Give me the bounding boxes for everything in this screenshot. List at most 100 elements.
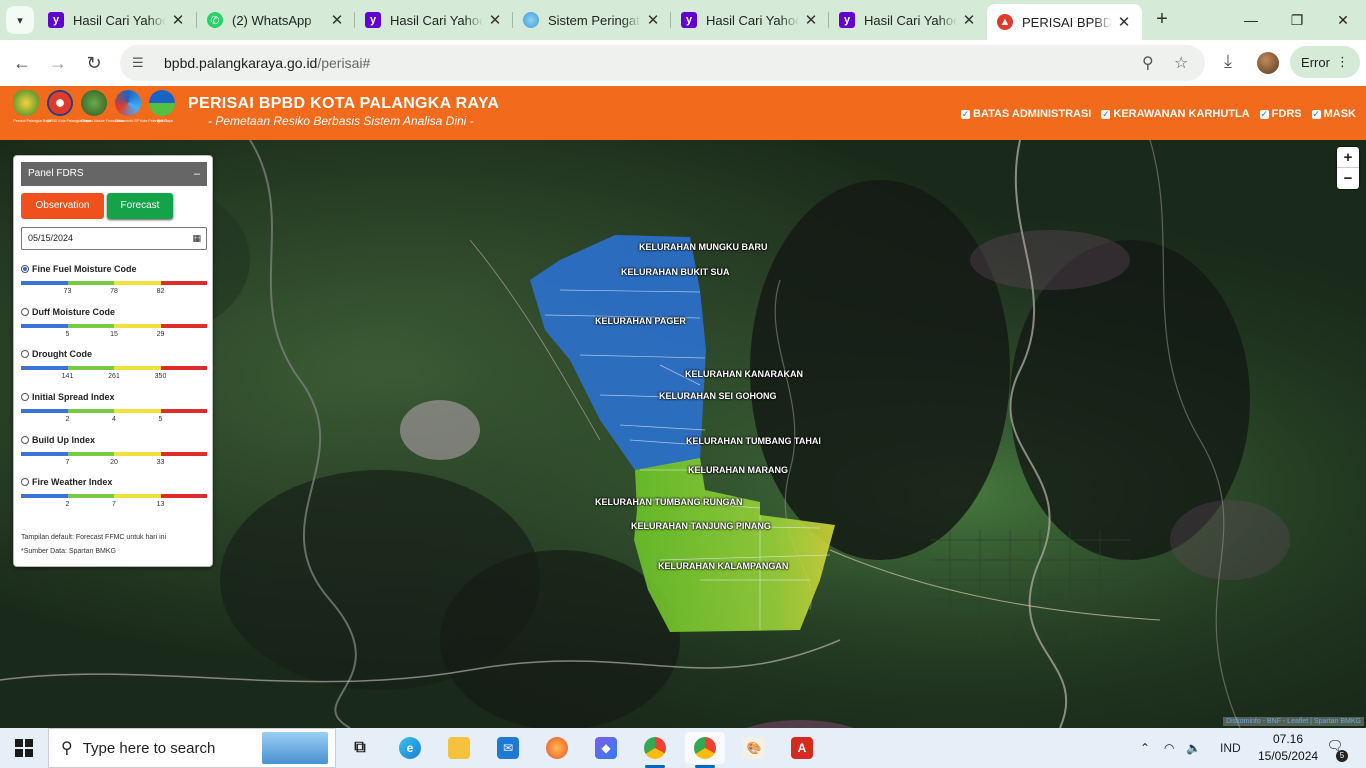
region-label: KELURAHAN KALAMPANGAN [658, 561, 789, 571]
notification-button[interactable]: 🗨 5 [1324, 738, 1348, 762]
edge-icon: e [399, 737, 421, 759]
copilot-app[interactable]: ◆ [586, 732, 626, 764]
chrome-profile-app[interactable] [685, 732, 725, 768]
site-info-icon[interactable]: ☰ [132, 55, 154, 71]
bookmark-star-icon[interactable]: ☆ [1174, 53, 1188, 73]
tab-yahoo-4[interactable]: y Hasil Cari Yahoo ✕ [829, 4, 987, 36]
scale-bar [21, 409, 207, 413]
language-indicator[interactable]: IND [1220, 741, 1241, 755]
checkbox-checked-icon[interactable]: ✓ [961, 109, 971, 119]
taskbar-clock[interactable]: 07.16 15/05/2024 [1258, 731, 1318, 765]
zoom-in-button[interactable]: + [1337, 147, 1359, 168]
back-button[interactable]: ← [8, 49, 36, 77]
index-dc: Drought Code 141 261 350 [21, 349, 207, 383]
site-subtitle: - Pemetaan Resiko Berbasis Sistem Analis… [208, 114, 474, 128]
network-icon[interactable]: ◠ [1164, 741, 1186, 755]
chrome-icon [644, 737, 666, 759]
tab-yahoo-3[interactable]: y Hasil Cari Yahoo ✕ [671, 4, 829, 36]
search-placeholder: Type here to search [82, 739, 216, 757]
toggle-fdrs[interactable]: ✓ FDRS [1259, 108, 1302, 120]
close-icon[interactable]: ✕ [645, 11, 661, 29]
close-icon[interactable]: ✕ [487, 11, 503, 29]
panel-minimize-button[interactable]: – [194, 162, 200, 186]
tab-whatsapp[interactable]: ✆ (2) WhatsApp ✕ [197, 4, 355, 36]
minimize-window-button[interactable]: — [1228, 6, 1274, 34]
tab-title: Hasil Cari Yahoo [706, 12, 799, 28]
reload-button[interactable]: ↻ [80, 49, 108, 77]
panel-note-default: Tampilan default: Forecast FFMC untuk ha… [21, 534, 167, 541]
paint-app[interactable]: 🎨 [734, 732, 774, 764]
search-highlight-image[interactable] [262, 732, 328, 764]
calendar-icon[interactable]: ▦ [192, 228, 201, 249]
mail-app[interactable]: ✉ [488, 732, 528, 764]
diskominfo-logo: Diskominfo SP Kota Palangka Raya [114, 90, 173, 123]
close-icon[interactable]: ✕ [803, 11, 819, 29]
restore-window-button[interactable]: ❐ [1274, 6, 1320, 34]
radio-icon[interactable] [21, 393, 29, 401]
panel-note-source: *Sumber Data: Spartan BMKG [21, 548, 116, 555]
date-input[interactable]: 05/15/2024 ▦ [21, 227, 207, 250]
radio-icon[interactable] [21, 308, 29, 316]
close-icon[interactable]: ✕ [961, 11, 977, 29]
region-label: KELURAHAN TUMBANG RUNGAN [595, 497, 743, 507]
volume-icon[interactable]: 🔈 [1186, 741, 1206, 755]
chevron-up-icon[interactable]: ⌃ [1140, 741, 1156, 755]
radio-selected-icon[interactable] [21, 265, 29, 273]
restore-icon: ❐ [1290, 12, 1304, 28]
fdrs-panel: Panel FDRS – Observation Forecast 05/15/… [13, 155, 213, 567]
forecast-button[interactable]: Forecast [107, 193, 173, 219]
checkbox-checked-icon[interactable]: ✓ [1101, 109, 1111, 119]
close-window-button[interactable]: ✕ [1320, 6, 1366, 34]
address-bar[interactable]: ☰ bpbd.palangkaraya.go.id/perisai# [120, 45, 1205, 81]
checkbox-checked-icon[interactable]: ✓ [1311, 109, 1321, 119]
layer-toggles: ✓ BATAS ADMINISTRASI ✓ KERAWANAN KARHUTLA … [961, 108, 1356, 120]
download-icon[interactable]: ⤓ [1224, 51, 1232, 72]
observation-button[interactable]: Observation [21, 193, 104, 219]
tab-title: Hasil Cari Yahoo [390, 12, 483, 28]
chrome-profile-icon [694, 737, 716, 759]
tab-yahoo-2[interactable]: y Hasil Cari Yahoo ✕ [355, 4, 513, 36]
toggle-mask[interactable]: ✓ MASK [1311, 108, 1356, 120]
tab-title: (2) WhatsApp [232, 12, 312, 28]
whatsapp-icon: ✆ [207, 12, 223, 28]
new-tab-button[interactable]: + [1150, 8, 1174, 32]
map-attribution[interactable]: Diskominfo - BNF - Leaflet | Spartan BMK… [1223, 717, 1364, 726]
zoom-icon[interactable]: ⚲ [1142, 53, 1154, 73]
radio-icon[interactable] [21, 350, 29, 358]
bpbd-logo: BPBD Kota Palangka Raya [46, 90, 91, 123]
tab-yahoo-1[interactable]: y Hasil Cari Yahoo ✕ [38, 4, 196, 36]
firefox-app[interactable] [537, 732, 577, 764]
start-button[interactable] [0, 728, 48, 768]
toggle-kerawanan-karhutla[interactable]: ✓ KERAWANAN KARHUTLA [1101, 108, 1250, 120]
toggle-batas-administrasi[interactable]: ✓ BATAS ADMINISTRASI [961, 108, 1091, 120]
file-explorer-app[interactable] [439, 732, 479, 764]
region-label: KELURAHAN PAGER [595, 316, 686, 326]
tab-title: PERISAI BPBD Kota [1022, 14, 1112, 30]
palette-icon: 🎨 [743, 737, 765, 759]
edge-app[interactable]: e [390, 732, 430, 764]
task-view-button[interactable]: ⧉ [340, 732, 380, 764]
tab-search-button[interactable]: ▾ [6, 6, 34, 34]
checkbox-checked-icon[interactable]: ✓ [1259, 109, 1269, 119]
index-dmc: Duff Moisture Code 5 15 29 [21, 307, 207, 341]
acrobat-app[interactable]: A [782, 732, 822, 764]
radio-icon[interactable] [21, 478, 29, 486]
close-icon[interactable]: ✕ [329, 11, 345, 29]
forward-button[interactable]: → [44, 49, 72, 77]
close-icon[interactable]: ✕ [1116, 13, 1132, 31]
chrome-app[interactable] [635, 732, 675, 768]
task-view-icon: ⧉ [354, 739, 366, 756]
profile-avatar[interactable] [1257, 52, 1279, 74]
zoom-out-button[interactable]: − [1337, 168, 1359, 189]
borneo-logo: Borneo Nature Foundation [80, 90, 124, 123]
scale-bar [21, 494, 207, 498]
close-icon[interactable]: ✕ [170, 11, 186, 29]
error-label: Error [1301, 54, 1330, 70]
tab-perisai-active[interactable]: ▲ PERISAI BPBD Kota ✕ [987, 4, 1142, 40]
tab-sistem-peringatan[interactable]: Sistem Peringatan ✕ [513, 4, 671, 36]
error-button[interactable]: Error ⋮ [1290, 46, 1360, 78]
region-label: KELURAHAN TUMBANG TAHAI [686, 436, 821, 446]
tab-title: Hasil Cari Yahoo [864, 12, 957, 28]
panel-title: Panel FDRS [28, 168, 84, 179]
radio-icon[interactable] [21, 436, 29, 444]
